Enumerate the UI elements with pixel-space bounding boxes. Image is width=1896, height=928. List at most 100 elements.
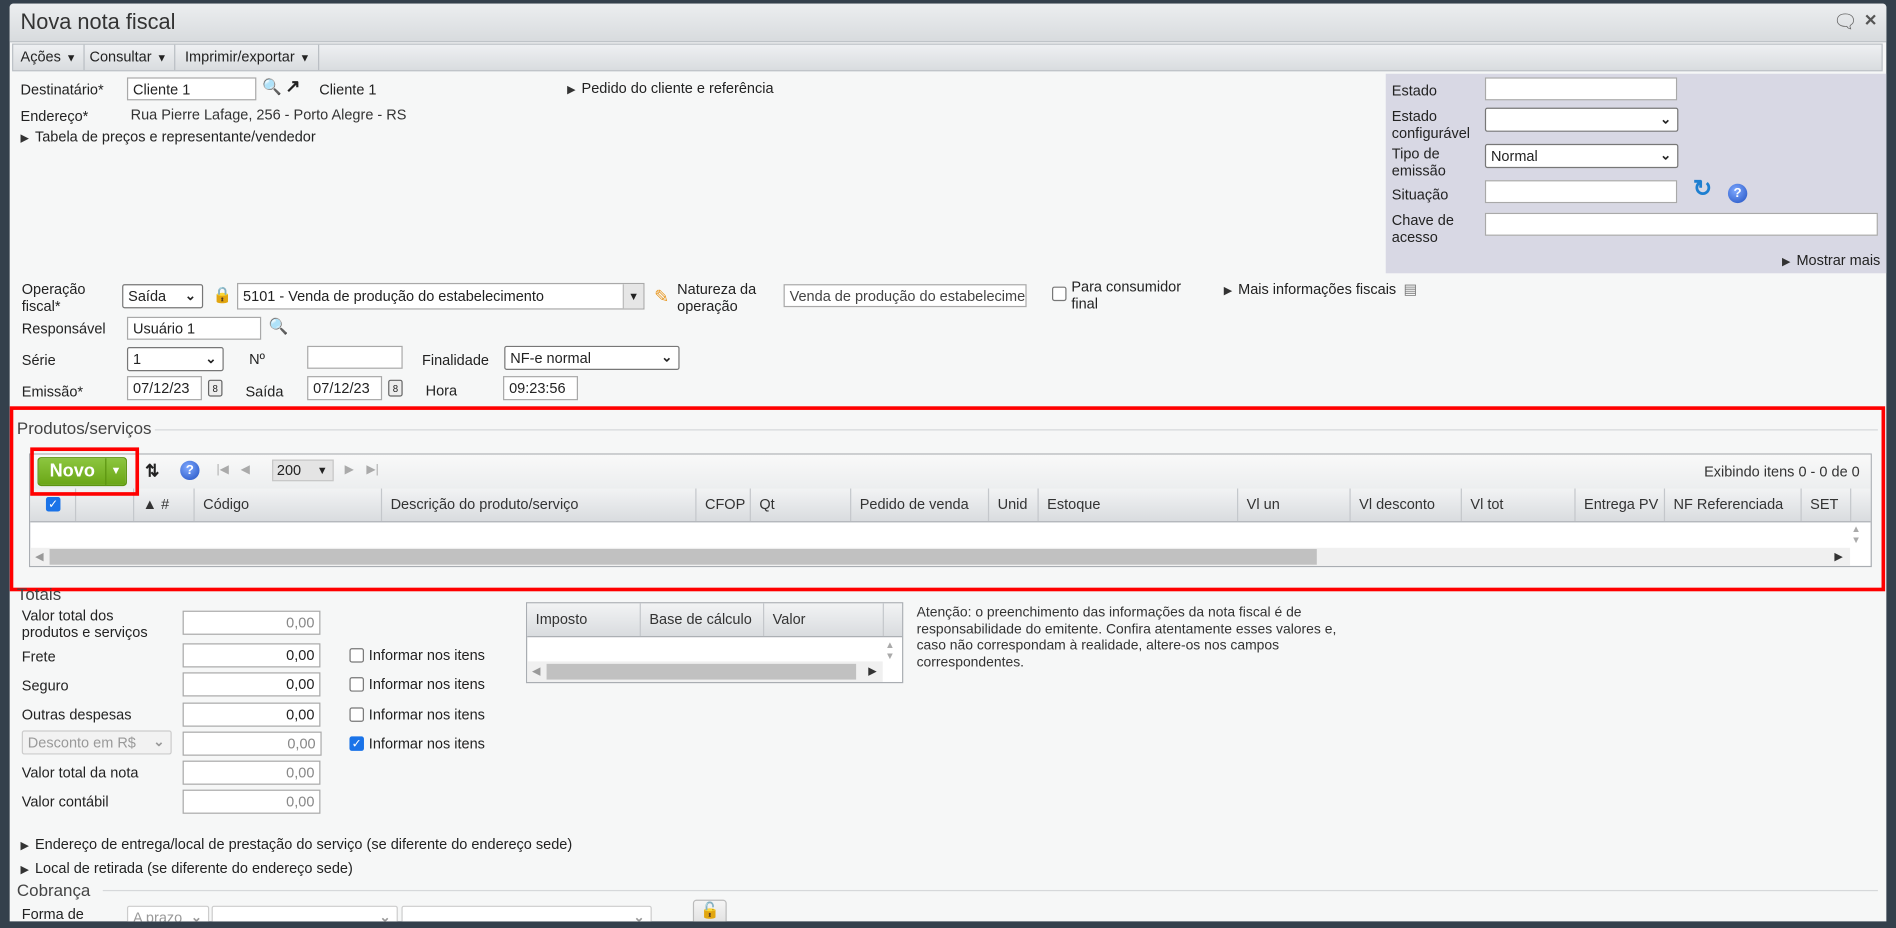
first-page-icon[interactable]: |◀	[216, 463, 228, 476]
estado-configuravel-select[interactable]: ⌄	[1484, 107, 1679, 132]
informar-nos-itens-checkbox[interactable]	[349, 648, 364, 663]
column-header[interactable]: Descrição do produto/serviço	[382, 488, 697, 522]
page-size-select[interactable]: 200 ▼	[272, 459, 334, 482]
estado-input[interactable]	[1484, 77, 1678, 101]
help-icon[interactable]: ?	[1727, 183, 1748, 204]
natureza-input[interactable]: Venda de produção do estabelecimento	[783, 284, 1027, 308]
cobranca-select-2[interactable]: ⌄	[211, 905, 398, 922]
column-header[interactable]: Código	[195, 488, 383, 522]
mostrar-mais-toggle[interactable]: ▶ Mostrar mais	[1782, 252, 1880, 269]
calendar-icon[interactable]: 8	[388, 379, 403, 397]
help-icon[interactable]: ?	[180, 460, 200, 481]
search-icon[interactable]: 🔍	[262, 77, 282, 96]
natureza-label: operação	[677, 297, 738, 315]
external-link-icon[interactable]: ↗	[285, 75, 300, 97]
search-icon[interactable]: 🔍	[268, 317, 288, 336]
caret-down-icon: ▼	[156, 51, 168, 65]
estado-label: Estado	[1391, 82, 1437, 100]
scrollbar-thumb[interactable]	[49, 548, 1317, 565]
column-header[interactable]: Unid	[989, 488, 1039, 522]
informar-nos-itens-checkbox[interactable]	[349, 707, 364, 722]
finalidade-select[interactable]: NF-e normal ⌄	[504, 345, 680, 371]
valor-produtos-label: Valor total dos	[21, 607, 114, 624]
grid-toolbar: Novo ▼ ⇅ ? |◀ ◀ 200 ▼ ▶ ▶| Exibindo itens…	[30, 454, 1871, 490]
refresh-icon[interactable]: ⇅	[145, 461, 159, 482]
cfop-combobox[interactable]: 5101 - Venda de produção do estabelecime…	[237, 282, 645, 310]
scroll-right-icon[interactable]: ▶	[868, 665, 876, 678]
column-header[interactable]: Vl desconto	[1351, 488, 1462, 522]
chevron-down-icon: ⌄	[661, 350, 673, 366]
close-icon[interactable]: ×	[1865, 8, 1877, 32]
endereco-entrega-toggle[interactable]: ▶ Endereço de entrega/local de prestação …	[21, 836, 573, 853]
destinatario-input[interactable]: Cliente 1	[126, 77, 257, 101]
menu-consultar[interactable]: Consultar ▼	[82, 44, 176, 71]
numero-input[interactable]	[307, 345, 403, 369]
destinatario-link[interactable]: Cliente 1	[319, 81, 376, 98]
tabela-precos-toggle[interactable]: ▶ Tabela de preços e representante/vended…	[21, 128, 316, 145]
menu-imprimir-exportar[interactable]: Imprimir/exportar ▼	[178, 44, 319, 71]
lock-icon: 🔒	[212, 285, 233, 304]
emissao-input[interactable]: 07/12/23	[126, 376, 202, 401]
tipo-emissao-select[interactable]: Normal ⌄	[1484, 143, 1679, 169]
seguro-input[interactable]: 0,00	[182, 672, 321, 697]
column-header[interactable]: Valor	[764, 603, 884, 637]
scroll-left-icon[interactable]: ◀	[532, 665, 540, 678]
column-header[interactable]: ▲ #	[134, 488, 195, 522]
cobranca-select-3[interactable]: ⌄	[401, 905, 652, 922]
column-header[interactable]: SET	[1802, 488, 1852, 522]
unlock-icon[interactable]: 🔓	[692, 899, 727, 922]
next-page-icon[interactable]: ▶	[345, 463, 354, 476]
chave-acesso-input[interactable]	[1484, 212, 1878, 236]
toggle-label: Mais informações fiscais	[1238, 280, 1397, 298]
vertical-scroll-arrows[interactable]: ▲ ▼	[1851, 524, 1861, 546]
consumidor-final-checkbox[interactable]	[1052, 286, 1067, 302]
column-header[interactable]: Imposto	[527, 603, 641, 637]
pencil-icon[interactable]: ✎	[654, 285, 669, 308]
frete-input[interactable]: 0,00	[182, 643, 321, 668]
column-header[interactable]: Estoque	[1039, 488, 1239, 522]
column-header[interactable]: Entrega PV	[1576, 488, 1666, 522]
document-icon[interactable]: ▤	[1403, 281, 1417, 298]
column-header[interactable]: CFOP	[696, 488, 751, 522]
menu-label: Imprimir/exportar	[185, 48, 295, 66]
column-header[interactable]: Pedido de venda	[851, 488, 990, 522]
comment-icon[interactable]: 🗨	[1833, 10, 1858, 34]
checkbox[interactable]: ✓	[45, 496, 61, 512]
scroll-right-icon[interactable]: ▶	[1834, 550, 1842, 563]
column-header[interactable]: Base de cálculo	[641, 603, 765, 637]
prev-page-icon[interactable]: ◀	[241, 463, 250, 476]
scroll-left-icon[interactable]: ◀	[35, 550, 43, 563]
column-header[interactable]: Qt	[751, 488, 852, 522]
saida-input[interactable]: 07/12/23	[307, 376, 383, 401]
chave-acesso-label: acesso	[1391, 228, 1438, 246]
calendar-icon[interactable]: 8	[207, 379, 223, 397]
hora-input[interactable]: 09:23:56	[503, 376, 578, 401]
pedido-cliente-toggle[interactable]: ▶ Pedido do cliente e referência	[567, 80, 773, 97]
responsavel-input[interactable]: Usuário 1	[126, 316, 262, 340]
serie-select[interactable]: 1 ⌄	[126, 347, 224, 372]
menu-acoes[interactable]: Ações ▼	[13, 44, 85, 71]
operacao-tipo-select[interactable]: Saída ⌄	[122, 284, 204, 309]
situacao-label: Situação	[1391, 186, 1449, 204]
refresh-icon[interactable]: ↻	[1693, 175, 1712, 203]
valor-nota-input: 0,00	[182, 760, 321, 785]
operacao-fiscal-label: Operação	[21, 280, 86, 298]
column-header[interactable]: Vl tot	[1462, 488, 1576, 522]
chevron-down-icon: ⌄	[379, 910, 391, 922]
column-header[interactable]: Vl un	[1238, 488, 1351, 522]
informar-nos-itens-checkbox[interactable]: ✓	[349, 736, 364, 751]
scrollbar-thumb[interactable]	[546, 663, 857, 680]
mais-info-fiscais-toggle[interactable]: ▶ Mais informações fiscais ▤	[1224, 281, 1417, 298]
outras-despesas-input[interactable]: 0,00	[182, 702, 321, 727]
informar-nos-itens-checkbox[interactable]	[349, 677, 364, 692]
column-header[interactable]: NF Referenciada	[1665, 488, 1802, 522]
last-page-icon[interactable]: ▶|	[366, 463, 378, 476]
horizontal-scrollbar[interactable]: ◀ ▶	[527, 661, 883, 682]
dropdown-arrow-icon[interactable]: ▼	[622, 284, 644, 309]
local-retirada-toggle[interactable]: ▶ Local de retirada (se diferente do ende…	[21, 860, 353, 877]
vertical-scroll-arrows[interactable]: ▲ ▼	[885, 640, 895, 662]
impostos-grid: Imposto Base de cálculo Valor ▲ ▼ ◀ ▶	[526, 602, 904, 684]
horizontal-scrollbar[interactable]: ◀ ▶	[30, 547, 1851, 566]
situacao-input[interactable]	[1484, 180, 1678, 204]
forma-pagamento-select[interactable]: A prazo ⌄	[126, 905, 210, 922]
